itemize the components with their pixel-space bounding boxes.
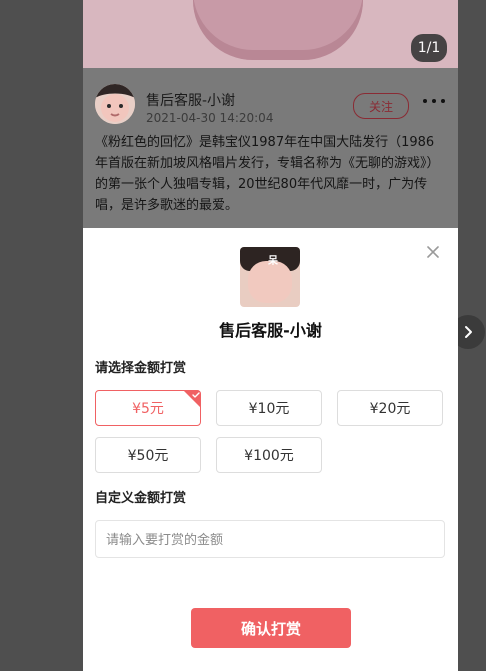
- image-counter: 1/1: [411, 34, 447, 62]
- choose-amount-label: 请选择金额打赏: [95, 361, 187, 376]
- avatar-image: [95, 84, 135, 124]
- close-button[interactable]: [424, 243, 442, 261]
- dot: [441, 99, 445, 103]
- amount-label: ¥100元: [244, 448, 294, 464]
- amount-label: ¥10元: [248, 401, 290, 417]
- confirm-tip-button[interactable]: 确认打赏: [191, 608, 351, 648]
- post-description: 《粉红色的回忆》是韩宝仪1987年在中国大陆发行（1986年首版在新加坡风格唱片…: [95, 135, 440, 213]
- tip-modal: 呆 售后客服-小谢 请选择金额打赏 ¥5元 ¥10元 ¥20元 ¥50元 ¥10…: [83, 228, 458, 671]
- amount-label: ¥50元: [127, 448, 169, 464]
- post-header: 售后客服-小谢 2021-04-30 14:20:04 关注 《粉红色的回忆》是…: [83, 68, 458, 218]
- amount-label: ¥20元: [369, 401, 411, 417]
- post-timestamp: 2021-04-30 14:20:04: [146, 111, 274, 125]
- amount-label: ¥5元: [132, 401, 164, 417]
- close-icon: [427, 246, 439, 258]
- amount-option-10[interactable]: ¥10元: [216, 390, 322, 426]
- modal-avatar: 呆: [240, 247, 300, 307]
- follow-button[interactable]: 关注: [353, 93, 409, 119]
- amount-option-50[interactable]: ¥50元: [95, 437, 201, 473]
- chevron-right-icon: [465, 326, 472, 338]
- custom-amount-label: 自定义金额打赏: [95, 491, 187, 506]
- amount-option-20[interactable]: ¥20元: [337, 390, 443, 426]
- modal-recipient-name: 售后客服-小谢: [219, 321, 322, 340]
- dot: [423, 99, 427, 103]
- more-dots-icon[interactable]: [423, 96, 445, 106]
- author-avatar[interactable]: [95, 84, 135, 124]
- check-icon: [192, 392, 200, 398]
- avatar-tag: 呆: [268, 255, 278, 267]
- amount-option-5[interactable]: ¥5元: [95, 390, 201, 426]
- custom-amount-input[interactable]: [95, 520, 445, 558]
- product-image: [193, 0, 363, 60]
- avatar-face: [248, 261, 292, 303]
- amount-option-100[interactable]: ¥100元: [216, 437, 322, 473]
- author-name: 售后客服-小谢: [146, 93, 236, 109]
- dot: [432, 99, 436, 103]
- post-image: 1/1: [83, 0, 458, 68]
- selected-corner: [183, 390, 201, 408]
